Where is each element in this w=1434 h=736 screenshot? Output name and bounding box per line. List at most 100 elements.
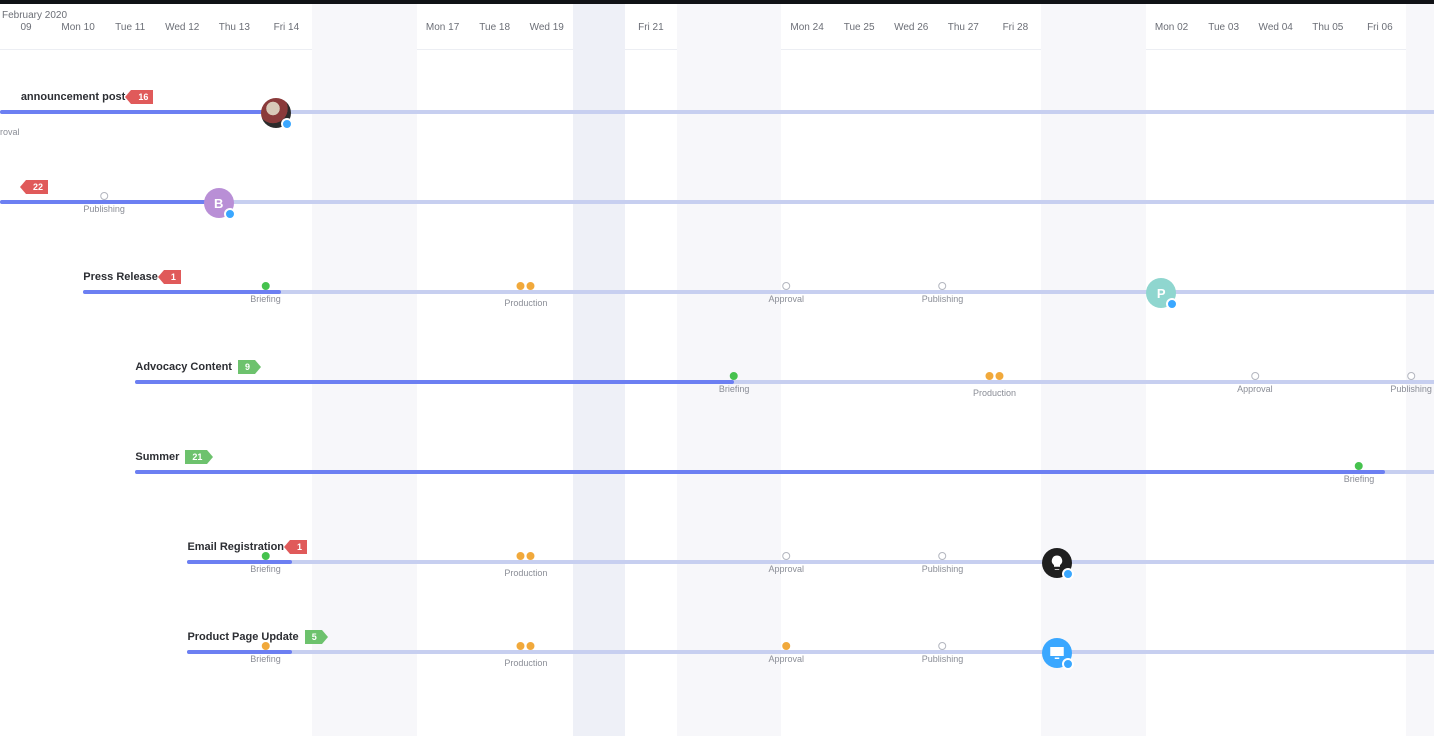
phase-marker[interactable]: Approval (768, 642, 804, 664)
phase-marker[interactable]: Publishing (1390, 372, 1432, 394)
assignee-avatar[interactable] (1042, 548, 1072, 578)
phase-label: Approval (768, 654, 804, 664)
day-header[interactable]: Mon 17 (426, 22, 459, 33)
phase-marker[interactable]: Briefing (719, 372, 750, 394)
count-badge[interactable]: 1 (290, 540, 307, 554)
day-header[interactable]: Thu 05 (1312, 22, 1343, 33)
phase-marker[interactable]: Publishing (922, 282, 964, 304)
day-header[interactable]: Fri 14 (274, 22, 300, 33)
count-badge[interactable]: 21 (185, 450, 207, 464)
phase-marker[interactable]: Publishing (922, 642, 964, 664)
phase-label: Publishing (922, 294, 964, 304)
phase-marker[interactable]: Production (504, 282, 547, 308)
day-header[interactable]: Mon 10 (61, 22, 94, 33)
phase-label: Production (504, 658, 547, 668)
phase-marker[interactable]: Production (504, 552, 547, 578)
phase-label: Approval (768, 564, 804, 574)
day-header[interactable]: Wed 26 (894, 22, 928, 33)
phase-marker[interactable]: Approval (768, 552, 804, 574)
phase-marker[interactable]: Briefing (250, 282, 281, 304)
timeline-progress[interactable] (135, 470, 1385, 474)
day-header[interactable]: Tue 03 (1208, 22, 1239, 33)
phase-label: Briefing (1344, 474, 1375, 484)
phase-dot-icon (100, 192, 108, 200)
day-header[interactable]: Tue 11 (115, 22, 145, 33)
phase-marker[interactable]: Approval (768, 282, 804, 304)
phase-label: Briefing (250, 564, 281, 574)
phase-marker[interactable]: Production (973, 372, 1016, 398)
status-dot-icon (1166, 298, 1178, 310)
task-title[interactable]: Summer 21 (135, 450, 207, 464)
task-title-text: Product Page Update (187, 631, 298, 643)
timeline-row[interactable]: 22 Publishing B (0, 180, 1434, 260)
assignee-avatar[interactable] (261, 98, 291, 128)
phase-label: Publishing (922, 564, 964, 574)
timeline-row[interactable]: Product Page Update 5 Briefing Production Ap… (0, 630, 1434, 710)
day-header[interactable]: Wed 12 (165, 22, 199, 33)
day-header[interactable]: Tue 18 (479, 22, 510, 33)
assignee-avatar[interactable] (1042, 638, 1072, 668)
phase-dot-icon (782, 642, 790, 650)
day-header[interactable]: Wed 04 (1259, 22, 1293, 33)
timeline-row[interactable]: Advocacy Content 9 Briefing Production Appro… (0, 360, 1434, 440)
day-header[interactable]: Tue 25 (844, 22, 875, 33)
timeline-bar[interactable] (83, 290, 1434, 294)
phase-label: Approval (768, 294, 804, 304)
task-title-text: announcement post (21, 91, 126, 103)
count-badge[interactable]: 5 (305, 630, 322, 644)
timeline-canvas[interactable]: announcement post 16 roval 22 Publishing B Pre… (0, 50, 1434, 690)
day-header[interactable]: 09 (20, 22, 31, 33)
timeline-progress[interactable] (0, 110, 281, 114)
phase-label: Briefing (719, 384, 750, 394)
truncated-label: roval (0, 127, 20, 137)
phase-dot-icon (1251, 372, 1259, 380)
task-title-text: Press Release (83, 271, 158, 283)
timeline-row[interactable]: Email Registration1 Briefing Production App… (0, 540, 1434, 620)
phase-dot-icon (1355, 462, 1363, 470)
day-header[interactable]: Thu 27 (948, 22, 979, 33)
phase-label: Approval (1237, 384, 1273, 394)
count-badge[interactable]: 22 (26, 180, 48, 194)
task-title-text: Summer (135, 451, 179, 463)
timeline-row[interactable]: announcement post 16 roval (0, 90, 1434, 170)
phase-dot-icon (1407, 372, 1415, 380)
day-header[interactable]: Wed 19 (530, 22, 564, 33)
phase-dot-icon (782, 282, 790, 290)
task-title[interactable]: Advocacy Content 9 (135, 360, 255, 374)
phase-marker[interactable]: Production (504, 642, 547, 668)
phase-marker[interactable]: Briefing (250, 552, 281, 574)
timeline-row[interactable]: Press Release 1 Briefing Production Approval… (0, 270, 1434, 350)
task-title[interactable]: Email Registration1 (187, 540, 307, 554)
day-header[interactable]: Fri 06 (1367, 22, 1393, 33)
count-badge[interactable]: 9 (238, 360, 255, 374)
task-title-text: Advocacy Content (135, 361, 232, 373)
phase-marker[interactable]: Publishing (83, 192, 125, 214)
phase-label: Production (504, 568, 547, 578)
timeline-bar[interactable] (187, 560, 1434, 564)
count-badge[interactable]: 16 (131, 90, 153, 104)
phase-marker[interactable]: Briefing (1344, 462, 1375, 484)
day-header[interactable]: Thu 13 (219, 22, 250, 33)
timeline-bar[interactable] (187, 650, 1434, 654)
phase-dot-icon (938, 552, 946, 560)
phase-dot-icon (262, 642, 270, 650)
status-dot-icon (1062, 658, 1074, 670)
phase-marker[interactable]: Briefing (250, 642, 281, 664)
phase-dot-icon (938, 282, 946, 290)
timeline-row[interactable]: Summer 21 Briefing (0, 450, 1434, 530)
day-header[interactable]: Fri 28 (1003, 22, 1029, 33)
phase-dot-icon (938, 642, 946, 650)
phase-marker[interactable]: Approval (1237, 372, 1273, 394)
phase-dot-icon (262, 552, 270, 560)
day-header[interactable]: Fri 21 (638, 22, 664, 33)
phase-dot-icon (262, 282, 270, 290)
assignee-avatar[interactable]: P (1146, 278, 1176, 308)
count-badge[interactable]: 1 (164, 270, 181, 284)
task-title[interactable]: announcement post 16 (21, 90, 154, 104)
assignee-avatar[interactable]: B (204, 188, 234, 218)
task-title[interactable]: Press Release 1 (83, 270, 181, 284)
phase-marker[interactable]: Publishing (922, 552, 964, 574)
day-header[interactable]: Mon 24 (790, 22, 823, 33)
day-header[interactable]: Mon 02 (1155, 22, 1188, 33)
timeline-progress[interactable] (135, 380, 734, 384)
